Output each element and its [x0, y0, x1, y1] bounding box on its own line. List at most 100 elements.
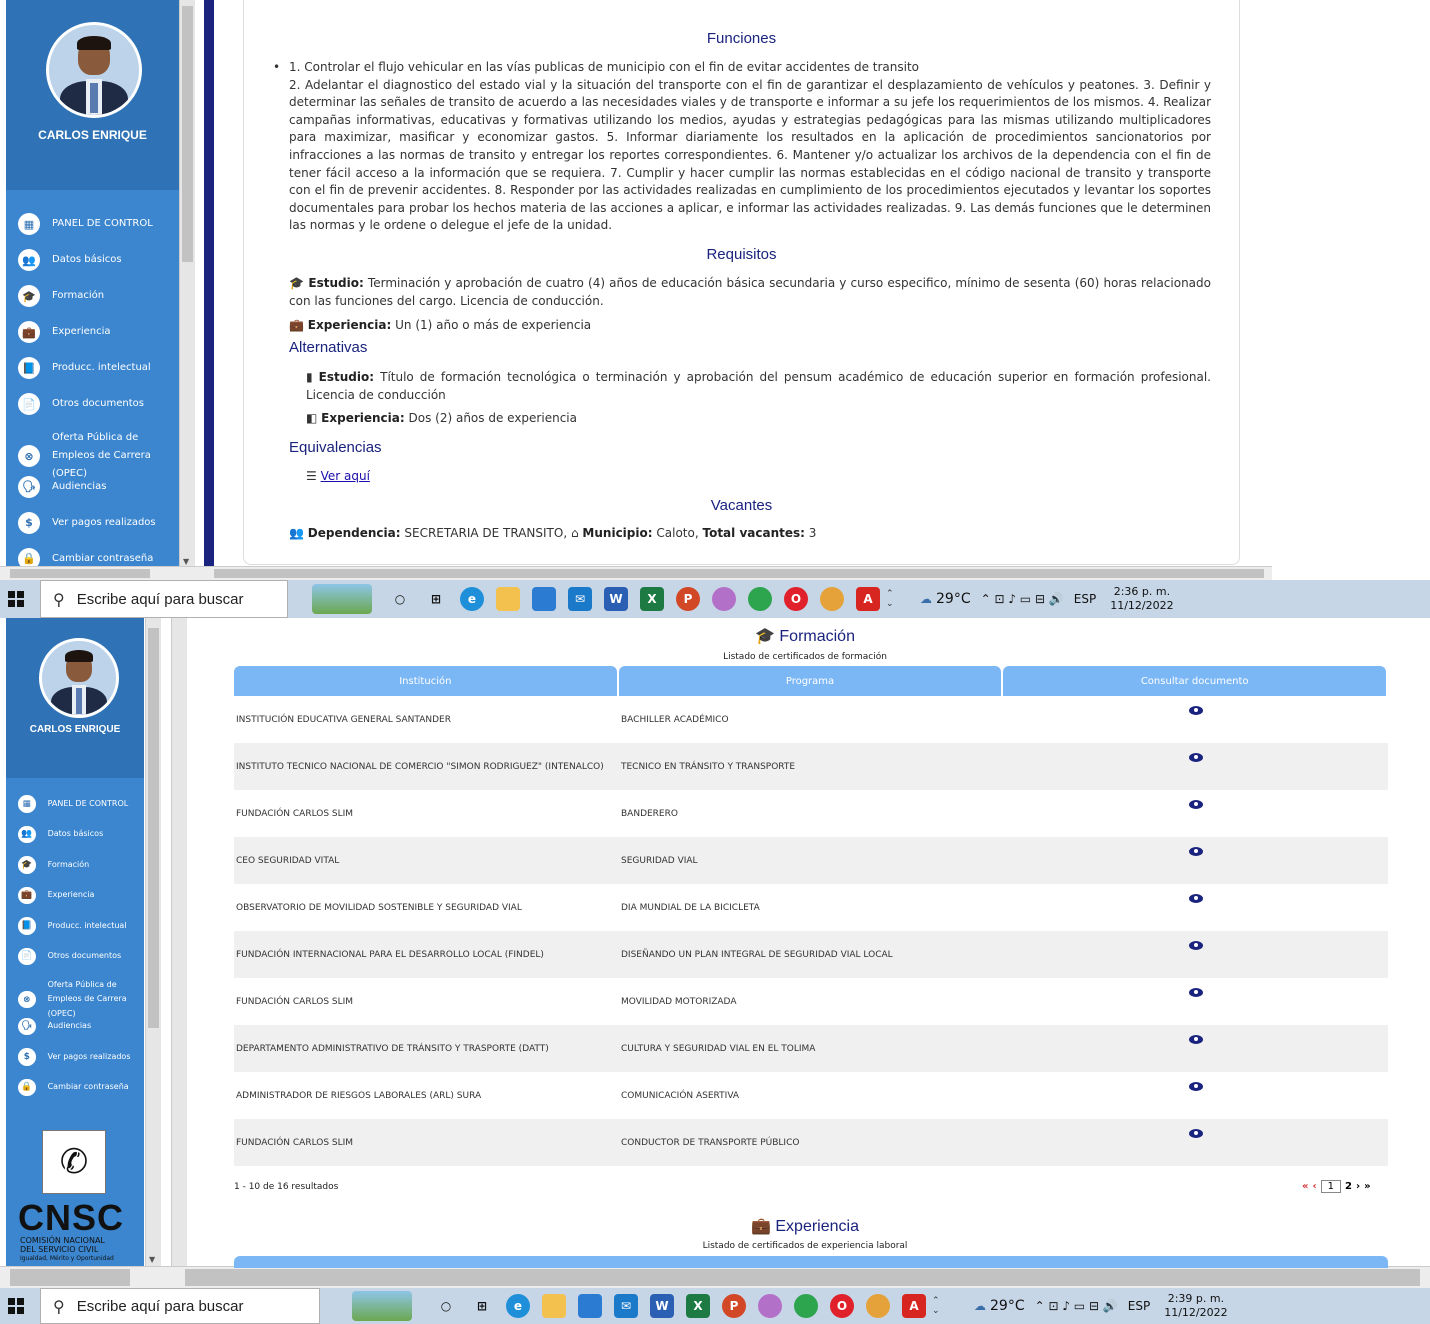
edge-icon[interactable]: e — [460, 587, 484, 611]
view-document-eye-icon[interactable] — [1189, 1128, 1203, 1138]
sidebar-item-7-2[interactable]: 🗣 Audiencias — [18, 1017, 91, 1036]
store-icon[interactable] — [532, 587, 556, 611]
pagination-current[interactable]: 1 — [1320, 1180, 1341, 1193]
briefcase-icon: 💼 — [18, 321, 40, 343]
taskbar-search-box[interactable]: ⚲ Escribe aquí para buscar — [40, 580, 288, 618]
view-document-eye-icon[interactable] — [1189, 705, 1203, 715]
sidebar-item-3[interactable]: 💼 Experiencia — [18, 321, 111, 343]
paint-icon-2[interactable] — [758, 1294, 782, 1318]
sidebar-item-label: Producc. intelectual — [47, 920, 127, 930]
store-icon-2[interactable] — [578, 1294, 602, 1318]
sidebar-item-8[interactable]: $ Ver pagos realizados — [18, 511, 156, 534]
mail-icon[interactable]: ✉ — [568, 587, 592, 611]
sidebar-item-0-2[interactable]: ▦ PANEL DE CONTROL — [18, 795, 128, 813]
edge-icon-2[interactable]: e — [506, 1294, 530, 1318]
pagination-last[interactable]: » — [1364, 1181, 1370, 1192]
view-document-eye-icon[interactable] — [1189, 893, 1203, 903]
horizontal-scrollbar-2[interactable] — [0, 1266, 1430, 1288]
sidebar-item-6-2[interactable]: ⊗ Oferta Pública de Empleos de Carrera (OP… — [18, 978, 144, 1021]
pagination-page-2[interactable]: 2 — [1345, 1181, 1352, 1192]
view-document-eye-icon[interactable] — [1189, 1034, 1203, 1044]
sidebar-item-0[interactable]: ▦ PANEL DE CONTROL — [18, 213, 153, 235]
file-explorer-icon-2[interactable] — [542, 1294, 566, 1318]
cell-consultar — [1004, 940, 1388, 961]
game-icon-2[interactable] — [866, 1294, 890, 1318]
sidebar-item-5-2[interactable]: 📄 Otros documentos — [18, 947, 121, 966]
sidebar-item-2[interactable]: 🎓 Formación — [18, 285, 104, 307]
sidebar-item-label: Formación — [47, 859, 90, 869]
acrobat-icon-2[interactable]: A — [902, 1294, 926, 1318]
cell-consultar — [1004, 705, 1388, 726]
game-icon[interactable] — [820, 587, 844, 611]
view-document-eye-icon[interactable] — [1189, 799, 1203, 809]
paint-icon[interactable] — [712, 587, 736, 611]
chrome-icon-2[interactable] — [794, 1294, 818, 1318]
task-view-icon-2[interactable]: ⊞ — [470, 1294, 494, 1318]
sidebar-item-8-2[interactable]: $ Ver pagos realizados — [18, 1048, 131, 1066]
sidebar-item-1-2[interactable]: 👥 Datos básicos — [18, 825, 103, 844]
view-document-eye-icon[interactable] — [1189, 1081, 1203, 1091]
file-explorer-icon[interactable] — [496, 587, 520, 611]
excel-icon-2[interactable]: X — [686, 1294, 710, 1318]
pagination-next[interactable]: › — [1356, 1181, 1360, 1192]
sidebar-item-5[interactable]: 📄 Otros documentos — [18, 393, 144, 415]
funciones-item-1: 1. Controlar el flujo vehicular en las v… — [289, 60, 920, 74]
windows-start-icon[interactable] — [8, 591, 24, 607]
task-view-icon[interactable]: ⊞ — [424, 587, 448, 611]
view-document-eye-icon[interactable] — [1189, 987, 1203, 997]
powerpoint-icon-2[interactable]: P — [722, 1294, 746, 1318]
tray-icons[interactable]: ⌃ ⊡ ♪ ▭ ⊟ 🔊 — [981, 592, 1064, 606]
cortana-icon[interactable]: ○ — [388, 587, 412, 611]
funciones-text: • 1. Controlar el flujo vehicular en las… — [273, 59, 1211, 235]
cell-consultar — [1004, 1128, 1388, 1149]
sidebar-item-7[interactable]: 🗣 Audiencias — [18, 475, 106, 498]
horizontal-scrollbar[interactable] — [0, 566, 1272, 580]
mail-icon-2[interactable]: ✉ — [614, 1294, 638, 1318]
opera-icon[interactable]: O — [784, 587, 808, 611]
clock-2[interactable]: 2:39 p. m. 11/12/2022 — [1164, 1292, 1227, 1320]
sidebar-scrollbar[interactable]: ▼ — [179, 0, 195, 568]
weather-widget-icon-2[interactable] — [352, 1291, 412, 1321]
cortana-icon-2[interactable]: ○ — [434, 1294, 458, 1318]
language-indicator[interactable]: ESP — [1074, 592, 1096, 606]
briefcase-icon: 💼 — [289, 318, 304, 332]
sidebar-item-3-2[interactable]: 💼 Experiencia — [18, 886, 94, 905]
language-indicator-2[interactable]: ESP — [1128, 1299, 1150, 1313]
windows-start-icon-2[interactable] — [8, 1298, 24, 1314]
word-icon-2[interactable]: W — [650, 1294, 674, 1318]
excel-icon[interactable]: X — [640, 587, 664, 611]
weather-widget-icon[interactable] — [312, 584, 372, 614]
sidebar-item-1[interactable]: 👥 Datos básicos — [18, 249, 122, 271]
chrome-icon[interactable] — [748, 587, 772, 611]
acrobat-icon[interactable]: A — [856, 587, 880, 611]
opera-icon-2[interactable]: O — [830, 1294, 854, 1318]
overflow-chevron-icon[interactable]: ⌃ ⌄ — [886, 580, 898, 618]
sidebar-item-4-2[interactable]: 📘 Producc. intelectual — [18, 917, 127, 935]
divider-2 — [171, 618, 187, 1266]
ver-aqui-link[interactable]: Ver aquí — [321, 469, 370, 483]
sidebar-item-label: PANEL DE CONTROL — [52, 218, 153, 229]
column-header-institucion: Institución — [234, 666, 617, 696]
sidebar-item-4[interactable]: 📘 Producc. intelectual — [18, 357, 151, 379]
view-document-eye-icon[interactable] — [1189, 752, 1203, 762]
sidebar-item-label: Datos básicos — [52, 254, 122, 265]
graduation-icon: 🎓 — [755, 628, 775, 645]
tray-icons-2[interactable]: ⌃ ⊡ ♪ ▭ ⊟ 🔊 — [1035, 1299, 1118, 1313]
job-detail-panel: Funciones • 1. Controlar el flujo vehicu… — [243, 0, 1240, 565]
cnsc-logo-text: CNSC — [18, 1197, 125, 1238]
sidebar-scrollbar-2[interactable]: ▼ — [145, 618, 161, 1266]
view-document-eye-icon[interactable] — [1189, 846, 1203, 856]
overflow-chevron-icon-2[interactable]: ⌃ ⌄ — [932, 1288, 944, 1324]
sidebar-item-9-2[interactable]: 🔒 Cambiar contraseña — [18, 1078, 129, 1097]
clock[interactable]: 2:36 p. m. 11/12/2022 — [1110, 585, 1173, 613]
powerpoint-icon[interactable]: P — [676, 587, 700, 611]
cnsc-emblem-logo: ✆ — [42, 1130, 106, 1194]
word-icon[interactable]: W — [604, 587, 628, 611]
sidebar-item-2-2[interactable]: 🎓 Formación — [18, 856, 89, 874]
view-document-eye-icon[interactable] — [1189, 940, 1203, 950]
pagination-first[interactable]: « — [1302, 1181, 1308, 1192]
pagination-prev[interactable]: ‹ — [1312, 1181, 1316, 1192]
user-name: CARLOS ENRIQUE — [38, 128, 147, 142]
taskbar-search-box-2[interactable]: ⚲ Escribe aquí para buscar — [40, 1288, 320, 1324]
user-name-2: CARLOS ENRIQUE — [29, 724, 121, 735]
